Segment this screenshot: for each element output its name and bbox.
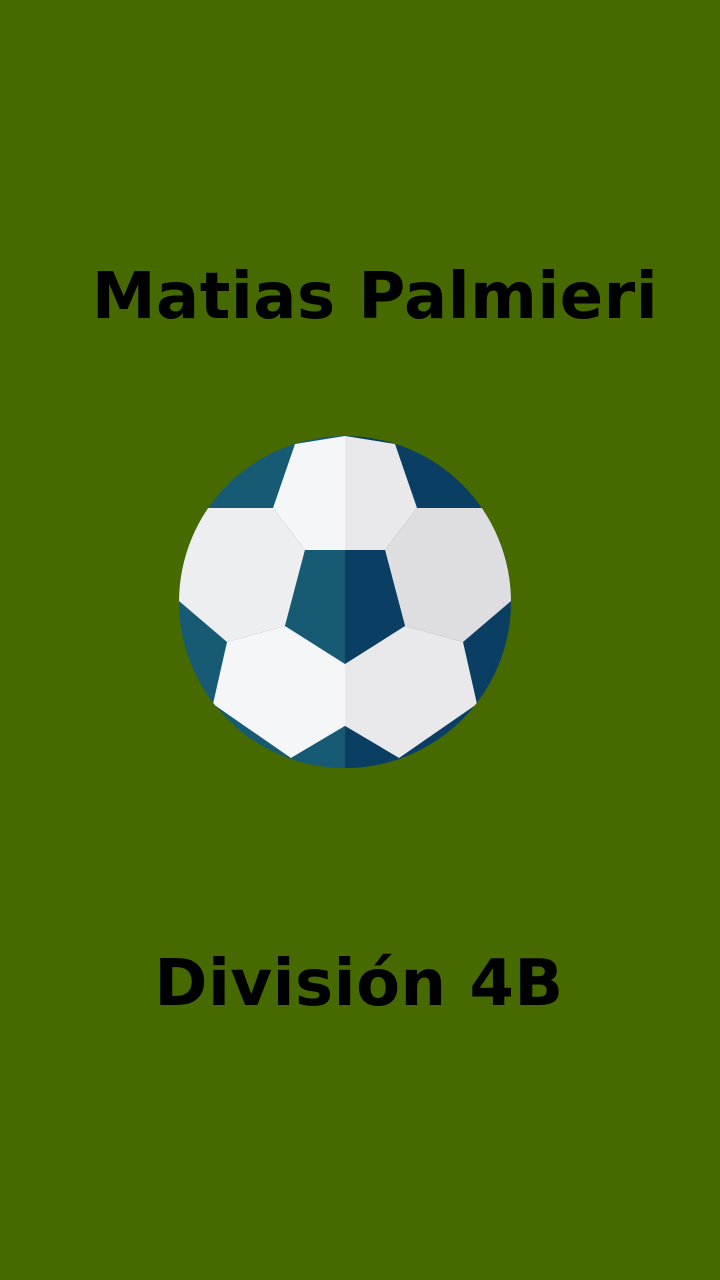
splash-screen: Matias Palmieri División 4B [0,0,720,1280]
soccer-ball-icon [179,436,511,768]
division-label: División 4B [154,947,564,1021]
player-name: Matias Palmieri [91,260,659,334]
